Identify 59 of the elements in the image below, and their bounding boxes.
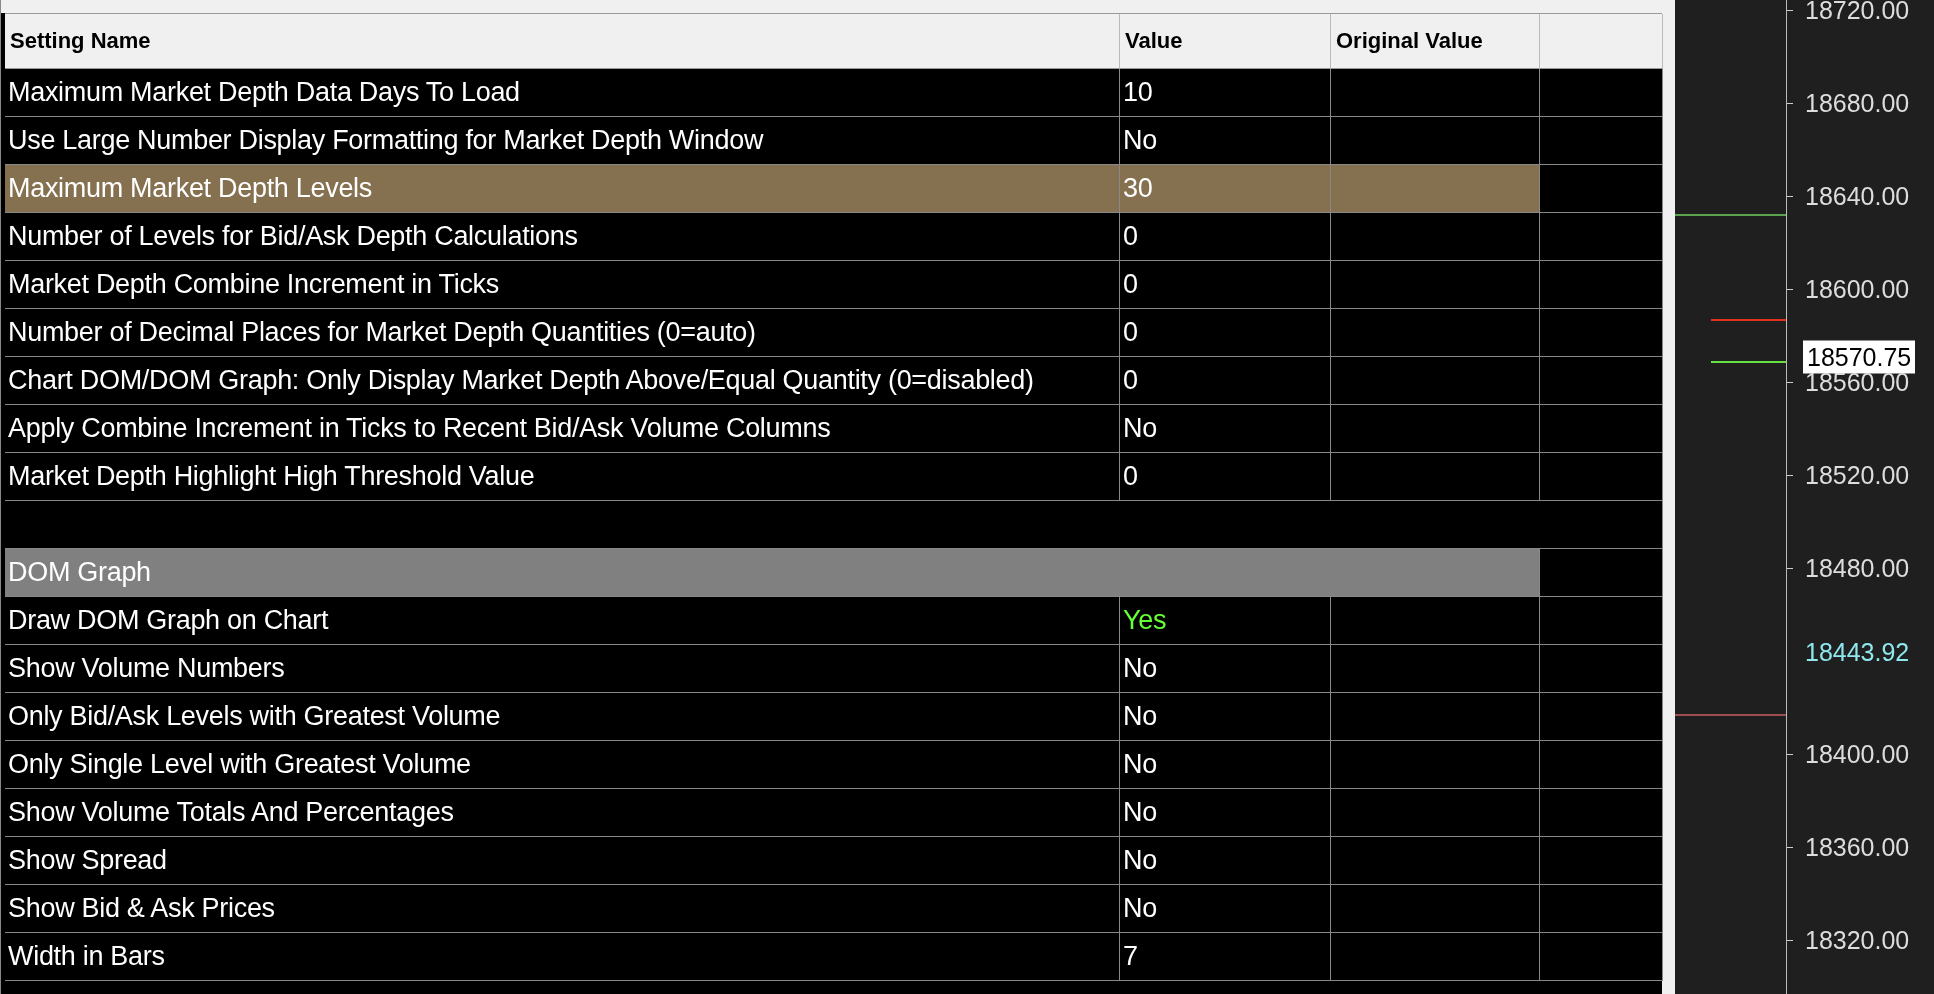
setting-name[interactable]: Show Bid & Ask Prices [5, 885, 1120, 933]
setting-name[interactable]: Number of Levels for Bid/Ask Depth Calculations [5, 213, 1120, 261]
tick-mark [1787, 196, 1793, 197]
setting-value[interactable]: 30 [1123, 173, 1153, 204]
setting-value[interactable]: No [1123, 413, 1157, 444]
setting-name[interactable]: Only Bid/Ask Levels with Greatest Volume [5, 693, 1120, 741]
price-tag: 18570.75 [1803, 340, 1916, 374]
setting-name[interactable]: Only Single Level with Greatest Volume [5, 741, 1120, 789]
price-label: 18600.00 [1805, 274, 1910, 304]
section-header[interactable]: DOM Graph [5, 549, 1540, 597]
setting-name[interactable]: Maximum Market Depth Data Days To Load [5, 69, 1120, 117]
setting-name[interactable]: Maximum Market Depth Levels [5, 165, 1120, 213]
tick-mark [1787, 289, 1793, 290]
setting-value[interactable]: 0 [1123, 461, 1138, 492]
setting-name[interactable]: Chart DOM/DOM Graph: Only Display Market Depth Above/Equal Quantity (0=disabled) [5, 357, 1120, 405]
column-header[interactable]: Setting Name [5, 14, 1120, 69]
tick-mark [1787, 475, 1793, 476]
setting-name[interactable]: Show Spread [5, 837, 1120, 885]
setting-value[interactable]: 0 [1123, 269, 1138, 300]
setting-value[interactable]: No [1123, 653, 1157, 684]
setting-value[interactable]: 0 [1123, 221, 1138, 252]
price-label: 18443.92 [1805, 637, 1910, 667]
price-label: 18360.00 [1805, 832, 1910, 862]
setting-name[interactable]: Number of Decimal Places for Market Depth Quantities (0=auto) [5, 309, 1120, 357]
setting-value[interactable]: No [1123, 125, 1157, 156]
price-label: 18680.00 [1805, 88, 1910, 118]
setting-name[interactable]: Width in Bars [5, 933, 1120, 981]
tick-mark [1787, 847, 1793, 848]
setting-value[interactable]: 10 [1123, 77, 1153, 108]
setting-name[interactable]: Show Volume Totals And Percentages [5, 789, 1120, 837]
column-header[interactable]: Value [1120, 14, 1331, 69]
setting-name[interactable]: Draw DOM Graph on Chart [5, 597, 1120, 645]
price-label: 18480.00 [1805, 553, 1910, 583]
setting-value[interactable]: No [1123, 893, 1157, 924]
setting-value[interactable]: 0 [1123, 365, 1138, 396]
price-label: 18400.00 [1805, 739, 1910, 769]
tick-mark [1787, 940, 1793, 941]
setting-value[interactable]: Yes [1123, 605, 1167, 636]
setting-value[interactable]: 0 [1123, 317, 1138, 348]
setting-value[interactable]: No [1123, 701, 1157, 732]
price-label: 18320.00 [1805, 925, 1910, 955]
price-label: 18640.00 [1805, 181, 1910, 211]
setting-name[interactable]: Market Depth Combine Increment in Ticks [5, 261, 1120, 309]
tick-mark [1787, 382, 1793, 383]
column-header[interactable]: Original Value [1331, 14, 1540, 69]
tick-mark [1787, 754, 1793, 755]
setting-name[interactable]: Show Volume Numbers [5, 645, 1120, 693]
setting-value[interactable]: No [1123, 797, 1157, 828]
tick-mark [1787, 10, 1793, 11]
setting-name[interactable]: Apply Combine Increment in Ticks to Recent Bid/Ask Volume Columns [5, 405, 1120, 453]
setting-value[interactable]: No [1123, 845, 1157, 876]
price-label: 18720.00 [1805, 0, 1910, 25]
price-label: 18520.00 [1805, 460, 1910, 490]
setting-name[interactable]: Market Depth Highlight High Threshold Value [5, 453, 1120, 501]
setting-value[interactable]: No [1123, 749, 1157, 780]
tick-mark [1787, 568, 1793, 569]
tick-mark [1787, 103, 1793, 104]
setting-name[interactable]: Use Large Number Display Formatting for Market Depth Window [5, 117, 1120, 165]
setting-value[interactable]: 7 [1123, 941, 1138, 972]
